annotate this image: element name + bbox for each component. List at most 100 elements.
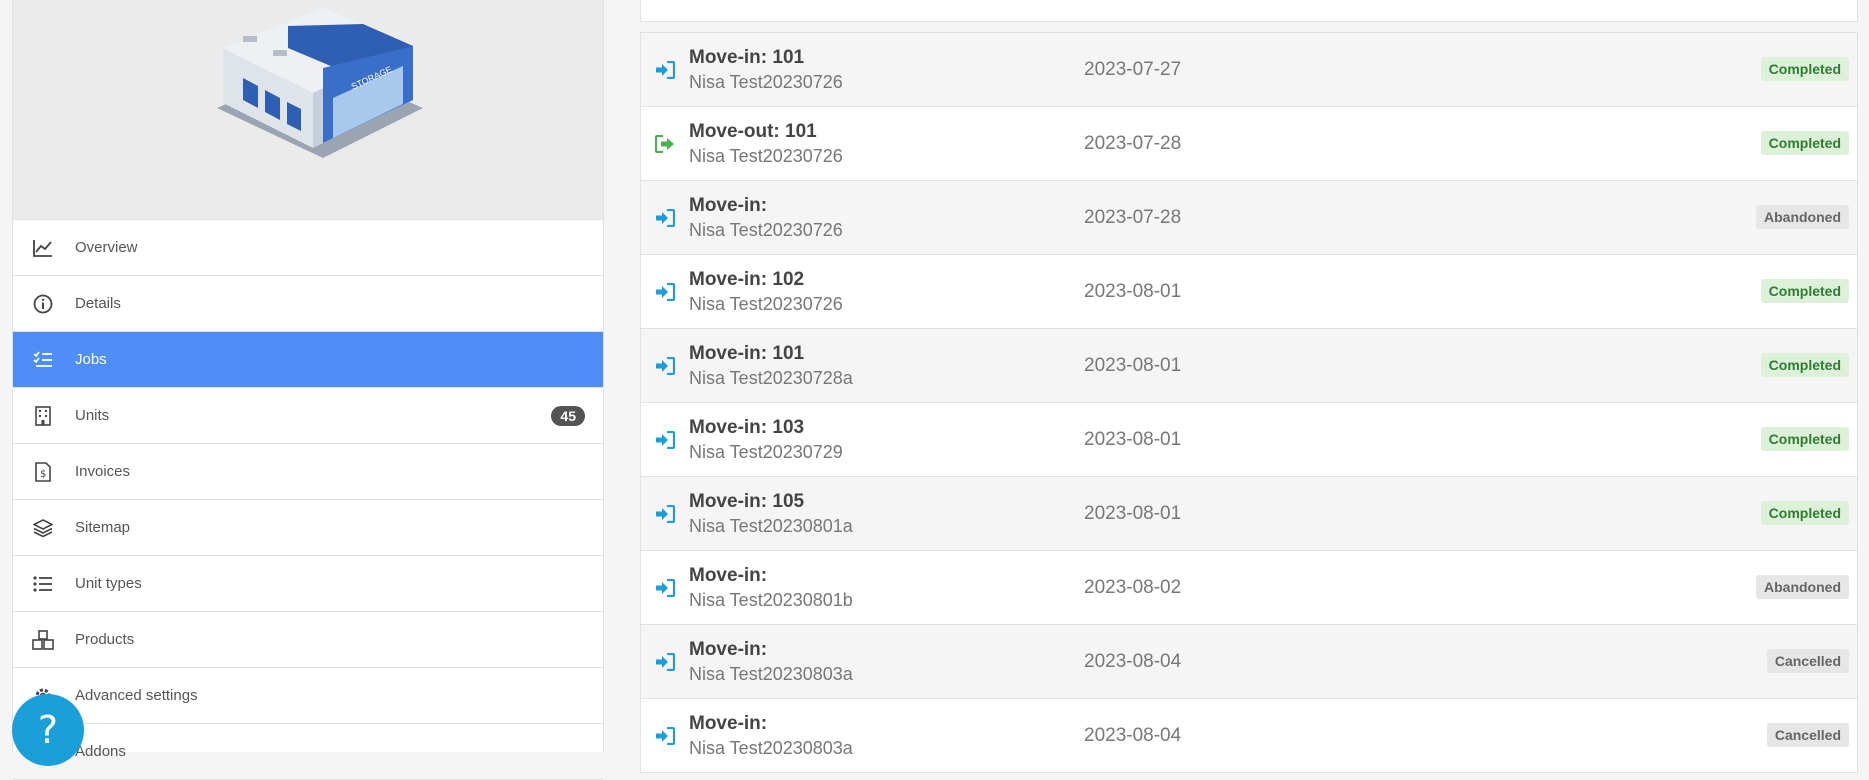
move-in-icon <box>641 60 689 79</box>
job-title: Move-in: <box>689 638 768 660</box>
sidebar-item-addons[interactable]: Addons <box>13 724 603 780</box>
invoice-icon: $ <box>31 460 55 484</box>
sidebar-item-jobs[interactable]: Jobs <box>13 332 603 388</box>
sidebar-item-unit-types[interactable]: Unit types <box>13 556 603 612</box>
job-status-badge: Cancelled <box>1766 649 1849 673</box>
storage-building-illustration: STORAGE <box>217 8 423 158</box>
job-date: 2023-08-01 <box>1084 354 1182 376</box>
units-count-badge: 45 <box>551 406 585 426</box>
layers-icon <box>31 516 55 540</box>
help-button[interactable]: ? <box>12 694 84 766</box>
job-info: Move-in: 102 Nisa Test20230726 <box>689 268 1084 316</box>
svg-text:$: $ <box>40 469 46 480</box>
move-in-icon <box>641 726 689 745</box>
job-row[interactable]: Move-in: 102 Nisa Test20230726 2023-08-01 C… <box>640 255 1858 329</box>
job-status-badge: Abandoned <box>1756 205 1849 229</box>
job-title: Move-in: 102 <box>689 268 805 290</box>
job-status-badge: Abandoned <box>1756 575 1849 599</box>
sidebar-item-label: Unit types <box>75 575 142 592</box>
job-customer: Nisa Test20230729 <box>689 441 843 462</box>
move-in-icon <box>641 652 689 671</box>
job-row[interactable]: Move-in: Nisa Test20230801b 2023-08-02 Aban… <box>640 551 1858 625</box>
sidebar-item-label: Details <box>75 295 121 312</box>
job-date: 2023-08-01 <box>1084 428 1182 450</box>
sidebar-item-units[interactable]: Units 45 <box>13 388 603 444</box>
job-row[interactable]: Move-in: 103 Nisa Test20230729 2023-08-01 C… <box>640 403 1858 477</box>
job-info: Move-in: Nisa Test20230726 <box>689 194 1084 242</box>
job-date: 2023-08-04 <box>1084 650 1182 672</box>
job-customer: Nisa Test20230803a <box>689 663 853 684</box>
sidebar-item-products[interactable]: Products <box>13 612 603 668</box>
job-date: 2023-07-28 <box>1084 206 1182 228</box>
job-row[interactable]: Move-in: 101 Nisa Test20230728a 2023-08-01… <box>640 329 1858 403</box>
boxes-icon <box>31 628 55 652</box>
facility-image: STORAGE <box>13 0 603 220</box>
job-title: Move-in: 101 <box>689 46 805 68</box>
list-check-icon <box>31 348 55 372</box>
job-status-badge: Completed <box>1760 131 1849 155</box>
move-in-icon <box>641 356 689 375</box>
job-date: 2023-07-28 <box>1084 132 1182 154</box>
move-in-icon <box>641 430 689 449</box>
sidebar-item-advanced-settings[interactable]: Advanced settings <box>13 668 603 724</box>
job-info: Move-out: 101 Nisa Test20230726 <box>689 120 1084 168</box>
job-info: Move-in: Nisa Test20230801b <box>689 564 1084 612</box>
job-title: Move-in: 101 <box>689 342 805 364</box>
job-customer: Nisa Test20230726 <box>689 145 843 166</box>
job-customer: Nisa Test20230726 <box>689 71 843 92</box>
job-status-badge: Completed <box>1760 57 1849 81</box>
job-info: Move-in: 105 Nisa Test20230801a <box>689 490 1084 538</box>
sidebar-item-label: Overview <box>75 239 138 256</box>
job-info: Move-in: 103 Nisa Test20230729 <box>689 416 1084 464</box>
job-info: Move-in: Nisa Test20230803a <box>689 638 1084 686</box>
sidebar-item-details[interactable]: Details <box>13 276 603 332</box>
sidebar-item-sitemap[interactable]: Sitemap <box>13 500 603 556</box>
sidebar-item-invoices[interactable]: $ Invoices <box>13 444 603 500</box>
move-out-icon <box>641 134 689 153</box>
job-date: 2023-08-04 <box>1084 724 1182 746</box>
sidebar-item-label: Products <box>75 631 135 648</box>
job-row[interactable]: Move-in: Nisa Test20230803a 2023-08-04 Canc… <box>640 699 1858 773</box>
move-in-icon <box>641 282 689 301</box>
job-customer: Nisa Test20230726 <box>689 293 843 314</box>
sidebar-item-label: Units <box>75 407 110 424</box>
job-row[interactable]: Move-in: Nisa Test20230726 2023-07-28 Aband… <box>640 181 1858 255</box>
job-customer: Nisa Test20230801b <box>689 589 853 610</box>
sidebar-item-label: Advanced settings <box>75 687 198 704</box>
job-customer: Nisa Test20230726 <box>689 219 843 240</box>
top-card <box>640 0 1858 22</box>
job-title: Move-in: 103 <box>689 416 805 438</box>
chart-line-icon <box>31 236 55 260</box>
job-title: Move-in: <box>689 564 768 586</box>
info-circle-icon <box>31 292 55 316</box>
job-row[interactable]: Move-in: 105 Nisa Test20230801a 2023-08-01… <box>640 477 1858 551</box>
job-date: 2023-08-02 <box>1084 576 1182 598</box>
job-status-badge: Completed <box>1760 427 1849 451</box>
job-title: Move-in: <box>689 712 768 734</box>
sidebar-item-label: Jobs <box>75 351 107 368</box>
job-row[interactable]: Move-in: 101 Nisa Test20230726 2023-07-27 C… <box>640 33 1858 107</box>
sidebar-item-overview[interactable]: Overview <box>13 220 603 276</box>
job-title: Move-out: 101 <box>689 120 817 142</box>
job-customer: Nisa Test20230801a <box>689 515 853 536</box>
job-row[interactable]: Move-in: Nisa Test20230803a 2023-08-04 Canc… <box>640 625 1858 699</box>
sidebar-item-label: Sitemap <box>75 519 131 536</box>
job-status-badge: Cancelled <box>1766 723 1849 747</box>
list-icon <box>31 572 55 596</box>
job-status-badge: Completed <box>1760 279 1849 303</box>
job-row[interactable]: Move-out: 101 Nisa Test20230726 2023-07-28… <box>640 107 1858 181</box>
job-status-badge: Completed <box>1760 353 1849 377</box>
job-info: Move-in: Nisa Test20230803a <box>689 712 1084 760</box>
job-title: Move-in: 105 <box>689 490 805 512</box>
job-date: 2023-08-01 <box>1084 502 1182 524</box>
move-in-icon <box>641 208 689 227</box>
job-customer: Nisa Test20230728a <box>689 367 853 388</box>
job-status-badge: Completed <box>1760 501 1849 525</box>
job-date: 2023-07-27 <box>1084 58 1182 80</box>
sidebar-item-label: Invoices <box>75 463 131 480</box>
sidebar: STORAGE Overview Details Jobs Units 45 $ Invoi… <box>12 0 604 780</box>
job-info: Move-in: 101 Nisa Test20230728a <box>689 342 1084 390</box>
job-customer: Nisa Test20230803a <box>689 737 853 758</box>
jobs-list: Move-in: 101 Nisa Test20230726 2023-07-27 C… <box>640 32 1858 773</box>
jobs-panel: Move-in: 101 Nisa Test20230726 2023-07-27 C… <box>640 0 1858 773</box>
